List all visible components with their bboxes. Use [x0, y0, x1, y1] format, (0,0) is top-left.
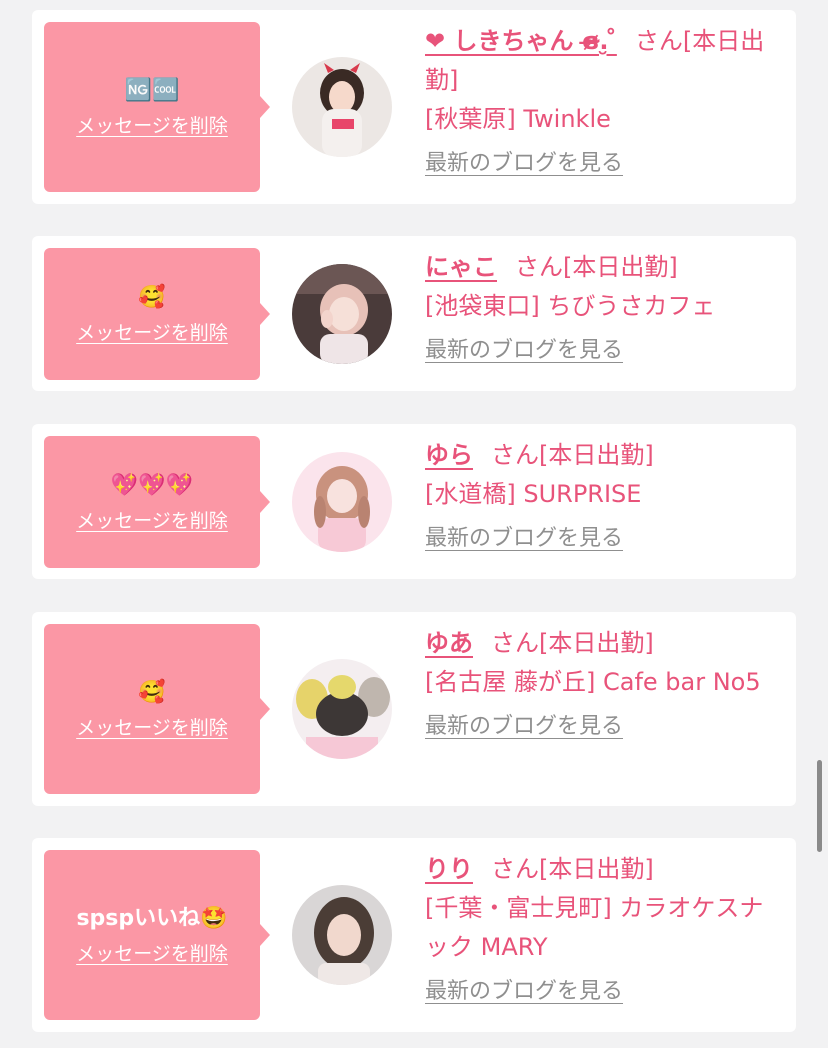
blog-link[interactable]: 最新のブログを見る	[425, 712, 623, 742]
delete-message-link[interactable]: メッセージを削除	[76, 111, 228, 138]
message-bubble: 💖💖💖 メッセージを削除	[44, 436, 270, 568]
shop-name: [水道橋] SURPRISE	[425, 480, 642, 508]
cast-info: ゆあ さん[本日出勤] [名古屋 藤が丘] Cafe bar No5 最新のブログ…	[425, 624, 787, 745]
blog-link[interactable]: 最新のブログを見る	[425, 336, 623, 366]
shop-name: [名古屋 藤が丘] Cafe bar No5	[425, 668, 761, 696]
profile-photo-icon	[292, 885, 392, 985]
cast-name-link[interactable]: りり	[425, 855, 473, 883]
cast-name-link[interactable]: ゆあ	[425, 629, 473, 657]
message-bubble: 🥰 メッセージを削除	[44, 624, 270, 794]
message-text: 🥰	[138, 284, 166, 310]
message-bubble: 🥰 メッセージを削除	[44, 248, 270, 380]
attendance-status: さん[本日出勤]	[491, 855, 654, 883]
cast-name-link[interactable]: ゆら	[425, 441, 473, 469]
shop-name: [千葉・富士見町] カラオケスナック MARY	[425, 894, 764, 961]
message-text: 🆖🆒	[124, 77, 180, 103]
cast-name-link[interactable]: にゃこ	[425, 253, 497, 281]
attendance-status: さん[本日出勤]	[515, 253, 678, 281]
profile-photo-icon	[292, 57, 392, 157]
avatar[interactable]	[292, 264, 392, 364]
message-card: 🆖🆒 メッセージを削除 ❤ しきちゃん ɞ̴̶̷.̮ ̊ さん[本日出勤] [秋葉…	[32, 10, 796, 204]
attendance-status: さん[本日出勤]	[491, 629, 654, 657]
cast-name-link[interactable]: ❤ しきちゃん ɞ̴̶̷.̮ ̊	[425, 27, 617, 55]
message-card: 🥰 メッセージを削除 にゃこ さん[本日出勤] [池袋東口] ちびうさカフェ 最新…	[32, 236, 796, 391]
delete-message-link[interactable]: メッセージを削除	[76, 318, 228, 345]
message-text: spspいいね🤩	[76, 905, 228, 931]
message-text: 💖💖💖	[110, 472, 194, 498]
blog-link[interactable]: 最新のブログを見る	[425, 524, 623, 554]
cast-info: にゃこ さん[本日出勤] [池袋東口] ちびうさカフェ 最新のブログを見る	[425, 248, 787, 369]
profile-photo-icon	[292, 452, 392, 552]
shop-name: [池袋東口] ちびうさカフェ	[425, 292, 716, 320]
blog-link[interactable]: 最新のブログを見る	[425, 977, 623, 1007]
shop-name: [秋葉原] Twinkle	[425, 105, 611, 133]
message-text: 🥰	[138, 679, 166, 705]
message-bubble: spspいいね🤩 メッセージを削除	[44, 850, 270, 1020]
avatar[interactable]	[292, 452, 392, 552]
profile-photo-icon	[292, 659, 392, 759]
message-card: 🥰 メッセージを削除 ゆあ さん[本日出勤] [名古屋 藤が丘] Cafe bar…	[32, 612, 796, 806]
cast-info: ゆら さん[本日出勤] [水道橋] SURPRISE 最新のブログを見る	[425, 436, 787, 557]
attendance-status: さん[本日出勤]	[491, 441, 654, 469]
avatar[interactable]	[292, 659, 392, 759]
delete-message-link[interactable]: メッセージを削除	[76, 713, 228, 740]
message-bubble: 🆖🆒 メッセージを削除	[44, 22, 270, 192]
message-card: spspいいね🤩 メッセージを削除 りり さん[本日出勤] [千葉・富士見町] カ…	[32, 838, 796, 1032]
delete-message-link[interactable]: メッセージを削除	[76, 939, 228, 966]
scrollbar[interactable]	[817, 760, 822, 852]
delete-message-link[interactable]: メッセージを削除	[76, 506, 228, 533]
profile-photo-icon	[292, 264, 392, 364]
avatar[interactable]	[292, 885, 392, 985]
avatar[interactable]	[292, 57, 392, 157]
cast-info: ❤ しきちゃん ɞ̴̶̷.̮ ̊ さん[本日出勤] [秋葉原] Twinkle 最…	[425, 22, 787, 182]
cast-info: りり さん[本日出勤] [千葉・富士見町] カラオケスナック MARY 最新のブロ…	[425, 850, 787, 1010]
blog-link[interactable]: 最新のブログを見る	[425, 149, 623, 179]
message-card: 💖💖💖 メッセージを削除 ゆら さん[本日出勤] [水道橋] SURPRISE 最…	[32, 424, 796, 579]
